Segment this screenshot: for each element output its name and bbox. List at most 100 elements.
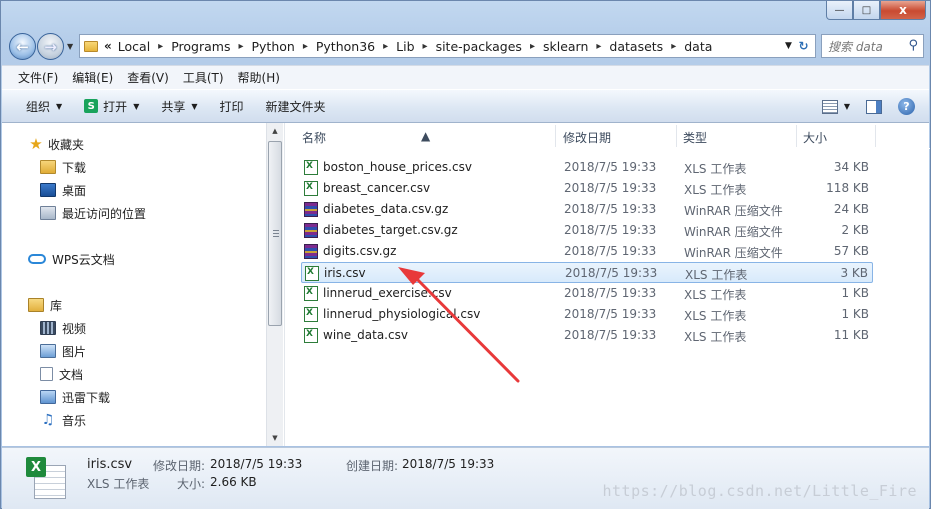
minimize-button[interactable]: —: [826, 1, 853, 20]
file-type: XLS 工作表: [684, 162, 747, 176]
column-divider[interactable]: [676, 125, 677, 147]
breadcrumb-programs[interactable]: Programs ▸: [171, 35, 251, 57]
column-divider[interactable]: [875, 125, 876, 147]
content-area: ★ 收藏夹 下载 桌面 最近访问的位置 WPS云文档 库 视频 图片 文档 迅雷下…: [2, 123, 930, 446]
breadcrumb-sklearn[interactable]: sklearn ▸: [543, 35, 609, 57]
menu-file[interactable]: 文件(F): [18, 69, 58, 86]
file-row-boston-house-prices[interactable]: boston_house_prices.csv 2018/7/5 19:33 X…: [301, 157, 873, 178]
breadcrumb-data[interactable]: data: [684, 35, 712, 57]
nav-scrollbar[interactable]: ▲ ▼: [266, 123, 283, 446]
breadcrumb-datasets[interactable]: datasets ▸: [609, 35, 684, 57]
scroll-thumb[interactable]: [268, 141, 282, 326]
file-row-digits[interactable]: digits.csv.gz 2018/7/5 19:33 WinRAR 压缩文件…: [301, 241, 873, 262]
file-row-linnerud-exercise[interactable]: linnerud_exercise.csv 2018/7/5 19:33 XLS…: [301, 283, 873, 304]
breadcrumb-local[interactable]: Local ▸: [118, 35, 171, 57]
menu-edit[interactable]: 编辑(E): [72, 69, 113, 86]
maximize-button[interactable]: □: [853, 1, 880, 20]
change-view-button[interactable]: ▼: [821, 99, 850, 114]
nav-item-music[interactable]: ♫ 音乐: [40, 410, 86, 430]
menu-tools[interactable]: 工具(T): [183, 69, 224, 86]
breadcrumb-separator-icon[interactable]: ▸: [423, 41, 428, 52]
document-icon: [40, 367, 53, 381]
column-header-size[interactable]: 大小: [803, 129, 827, 146]
file-date: 2018/7/5 19:33: [565, 266, 658, 280]
recent-places-icon: [40, 206, 56, 220]
breadcrumb-site-packages[interactable]: site-packages ▸: [436, 35, 543, 57]
close-icon: x: [899, 3, 907, 17]
scroll-down-icon[interactable]: ▼: [267, 430, 283, 446]
breadcrumb-separator-icon[interactable]: ▸: [530, 41, 535, 52]
excel-file-large-icon: X: [26, 457, 68, 499]
nav-item-wps-cloud[interactable]: WPS云文档: [28, 249, 115, 269]
file-name: breast_cancer.csv: [323, 181, 431, 195]
nav-item-downloads[interactable]: 下载: [40, 157, 86, 177]
search-icon[interactable]: ⚲: [908, 38, 918, 53]
nav-item-pictures[interactable]: 图片: [40, 341, 86, 361]
breadcrumb-lib[interactable]: Lib ▸: [396, 35, 435, 57]
nav-item-documents[interactable]: 文档: [40, 364, 83, 384]
details-filetype: XLS 工作表: [87, 477, 150, 491]
winrar-archive-icon: [304, 223, 318, 238]
file-row-iris[interactable]: iris.csv 2018/7/5 19:33 XLS 工作表 3 KB: [301, 262, 873, 283]
refresh-button[interactable]: ↻: [792, 34, 816, 58]
pictures-icon: [40, 344, 56, 358]
file-row-wine-data[interactable]: wine_data.csv 2018/7/5 19:33 XLS 工作表 11 …: [301, 325, 873, 346]
breadcrumb-python36[interactable]: Python36 ▸: [316, 35, 396, 57]
nav-item-videos[interactable]: 视频: [40, 318, 86, 338]
breadcrumb-separator-icon[interactable]: ▸: [596, 41, 601, 52]
excel-file-icon: [305, 266, 319, 281]
help-icon[interactable]: ?: [898, 98, 915, 115]
preview-pane-icon[interactable]: [866, 99, 882, 114]
search-placeholder: 搜索 data: [828, 39, 883, 54]
file-row-breast-cancer[interactable]: breast_cancer.csv 2018/7/5 19:33 XLS 工作表…: [301, 178, 873, 199]
column-headers: ▲ 名称 修改日期 类型 大小: [285, 123, 930, 149]
breadcrumb-separator-icon[interactable]: ▸: [671, 41, 676, 52]
nav-item-recent[interactable]: 最近访问的位置: [40, 203, 146, 223]
file-row-diabetes-target[interactable]: diabetes_target.csv.gz 2018/7/5 19:33 Wi…: [301, 220, 873, 241]
navigation-pane: ★ 收藏夹 下载 桌面 最近访问的位置 WPS云文档 库 视频 图片 文档 迅雷下…: [2, 123, 266, 446]
watermark-text: https://blog.csdn.net/Little_Fire: [602, 482, 917, 500]
share-button[interactable]: 共享 ▼: [161, 98, 197, 115]
breadcrumb-overflow[interactable]: «: [102, 35, 118, 57]
nav-item-library[interactable]: 库: [28, 295, 62, 315]
menu-help[interactable]: 帮助(H): [238, 69, 280, 86]
column-header-type[interactable]: 类型: [683, 129, 707, 146]
address-bar[interactable]: « Local ▸ Programs ▸ Python ▸ Python36 ▸ Lib…: [79, 34, 797, 58]
search-input[interactable]: 搜索 data ⚲: [821, 34, 924, 58]
chevron-down-icon: ▼: [191, 101, 198, 111]
breadcrumb-separator-icon[interactable]: ▸: [303, 41, 308, 52]
view-controls: ▼ ?: [821, 98, 915, 115]
file-name: diabetes_target.csv.gz: [323, 223, 458, 237]
file-type: WinRAR 压缩文件: [684, 204, 783, 218]
close-button[interactable]: x: [880, 1, 926, 20]
forward-button[interactable]: →: [37, 33, 64, 60]
excel-file-icon: [304, 307, 318, 322]
nav-item-favorites[interactable]: ★ 收藏夹: [28, 134, 84, 154]
organize-button[interactable]: 组织 ▼: [26, 98, 62, 115]
column-divider[interactable]: [555, 125, 556, 147]
minimize-icon: —: [834, 4, 845, 16]
breadcrumb-python[interactable]: Python ▸: [252, 35, 316, 57]
column-header-name[interactable]: 名称: [302, 129, 326, 146]
menu-view[interactable]: 查看(V): [127, 69, 169, 86]
print-button[interactable]: 打印: [220, 98, 244, 115]
file-type: WinRAR 压缩文件: [684, 246, 783, 260]
file-row-linnerud-physiological[interactable]: linnerud_physiological.csv 2018/7/5 19:3…: [301, 304, 873, 325]
recent-pages-dropdown-icon[interactable]: ▼: [67, 42, 73, 51]
file-size: 24 KB: [833, 202, 869, 216]
file-row-diabetes-data[interactable]: diabetes_data.csv.gz 2018/7/5 19:33 WinR…: [301, 199, 873, 220]
open-button[interactable]: S 打开 ▼: [84, 98, 139, 115]
back-button[interactable]: ←: [9, 33, 36, 60]
scroll-up-icon[interactable]: ▲: [267, 123, 283, 139]
breadcrumb-separator-icon[interactable]: ▸: [158, 41, 163, 52]
column-divider[interactable]: [796, 125, 797, 147]
new-folder-button[interactable]: 新建文件夹: [266, 98, 326, 115]
maximize-icon: □: [861, 4, 872, 16]
menu-bar: 文件(F) 编辑(E) 查看(V) 工具(T) 帮助(H): [2, 65, 929, 89]
nav-item-thunder-downloads[interactable]: 迅雷下载: [40, 387, 110, 407]
breadcrumb-separator-icon[interactable]: ▸: [238, 41, 243, 52]
nav-item-desktop[interactable]: 桌面: [40, 180, 86, 200]
breadcrumb-separator-icon[interactable]: ▸: [383, 41, 388, 52]
column-header-date[interactable]: 修改日期: [563, 129, 611, 146]
file-type: XLS 工作表: [684, 330, 747, 344]
